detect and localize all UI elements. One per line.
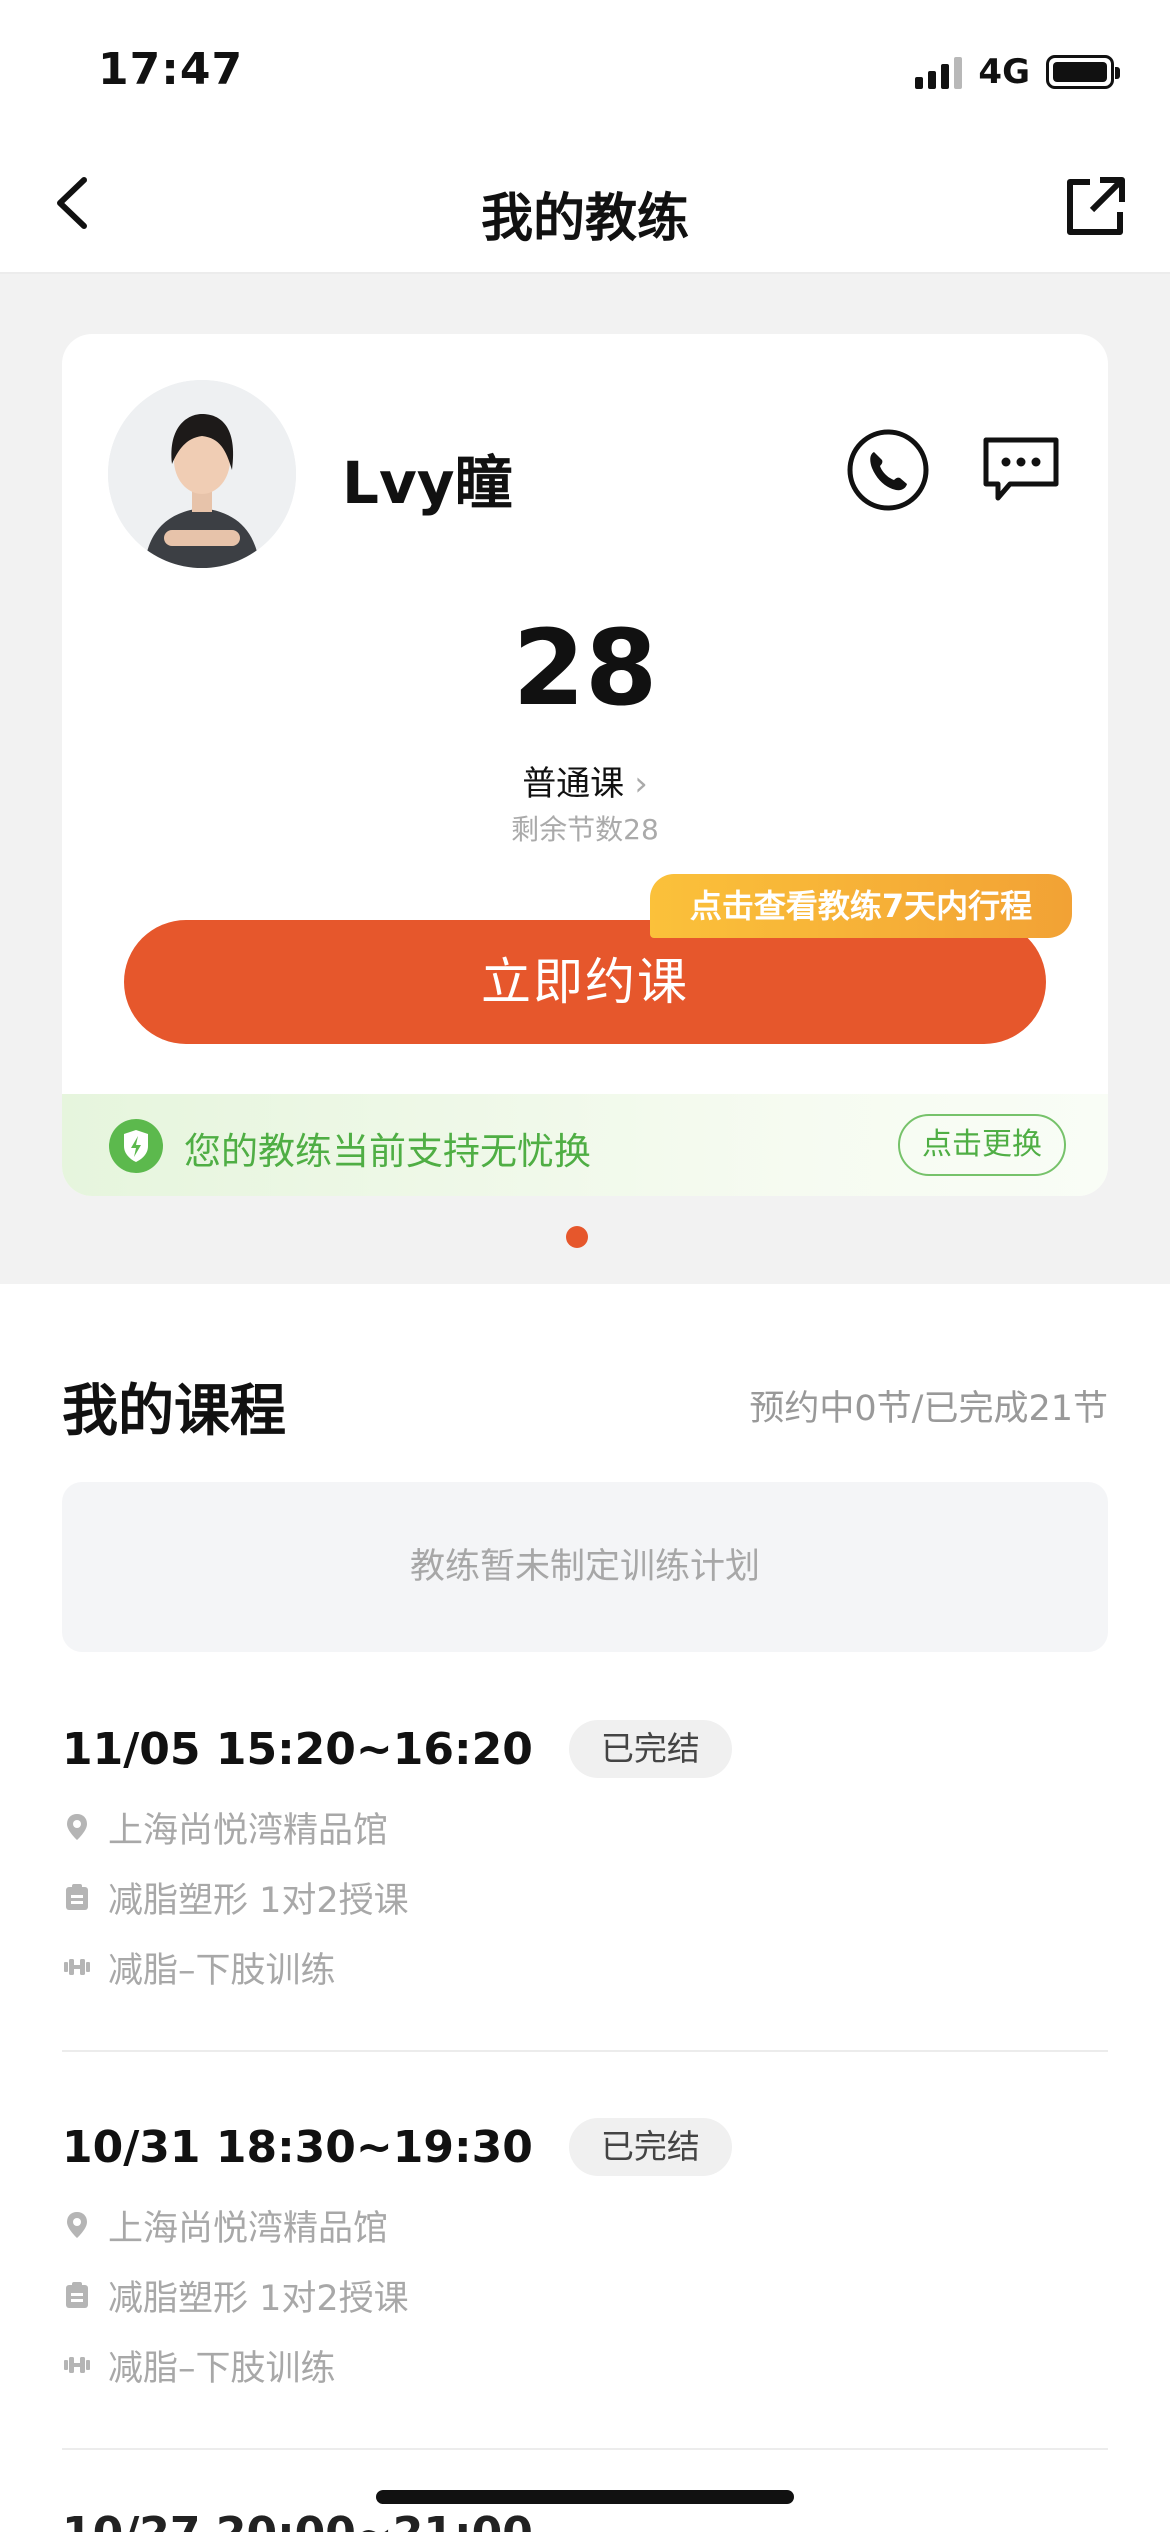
lesson-item[interactable]: 11/05 15:20~16:20 已完结 上海尚悦湾精品馆 减脂塑形 1对2授… bbox=[62, 1714, 1108, 2002]
clipboard-icon bbox=[66, 1884, 88, 1910]
guarantee-text: 您的教练当前支持无忧换 bbox=[184, 1130, 591, 1173]
lesson-item[interactable]: 10/31 18:30~19:30 已完结 上海尚悦湾精品馆 减脂塑形 1对2授… bbox=[62, 2112, 1108, 2400]
home-indicator bbox=[376, 2490, 794, 2504]
location-pin-icon bbox=[67, 2212, 87, 2238]
page-indicator-dot bbox=[566, 1226, 588, 1248]
share-icon[interactable] bbox=[1060, 172, 1130, 242]
switch-coach-button[interactable]: 点击更换 bbox=[898, 1114, 1066, 1176]
coach-name: Lvy瞳 bbox=[342, 449, 513, 517]
clipboard-icon bbox=[66, 2282, 88, 2308]
lesson-time: 11/05 15:20~16:20 bbox=[62, 1723, 533, 1775]
next-lesson-time-peek: 10/27 20:00~21:00 bbox=[62, 2508, 533, 2532]
dumbbell-icon bbox=[64, 2357, 90, 2373]
status-bar: 17:47 4G bbox=[0, 0, 1170, 140]
page-title: 我的教练 bbox=[480, 189, 689, 249]
lesson-time: 10/31 18:30~19:30 bbox=[62, 2121, 533, 2173]
divider bbox=[62, 2050, 1108, 2052]
coach-avatar[interactable] bbox=[108, 380, 296, 568]
coach-card-area: Lvy瞳 28 普通课 › 剩余节数28 立即约课 点击查看教练7天内行程 您的教… bbox=[0, 274, 1170, 1284]
status-indicators: 4G bbox=[915, 52, 1120, 92]
network-label: 4G bbox=[978, 52, 1030, 92]
lesson-training: 减脂–下肢训练 bbox=[108, 1950, 336, 1991]
lesson-course: 减脂塑形 1对2授课 bbox=[108, 1880, 409, 1921]
guarantee-bar: 您的教练当前支持无忧换 点击更换 bbox=[62, 1094, 1108, 1196]
schedule-tip-badge[interactable]: 点击查看教练7天内行程 bbox=[650, 874, 1072, 938]
lesson-course: 减脂塑形 1对2授课 bbox=[108, 2278, 409, 2319]
signal-icon bbox=[915, 55, 963, 89]
lesson-location: 上海尚悦湾精品馆 bbox=[108, 2208, 389, 2249]
remaining-count: 28 bbox=[512, 607, 658, 729]
remaining-label: 剩余节数28 bbox=[511, 813, 659, 846]
message-icon[interactable] bbox=[980, 428, 1062, 510]
lesson-location: 上海尚悦湾精品馆 bbox=[108, 1810, 389, 1851]
coach-card: Lvy瞳 28 普通课 › 剩余节数28 立即约课 点击查看教练7天内行程 您的教… bbox=[62, 334, 1108, 1196]
status-time: 17:47 bbox=[98, 44, 244, 95]
nav-bar: 我的教练 bbox=[0, 140, 1170, 274]
dumbbell-icon bbox=[64, 1959, 90, 1975]
divider bbox=[62, 2448, 1108, 2450]
coach-photo bbox=[108, 380, 296, 568]
status-badge: 已完结 bbox=[568, 2118, 732, 2176]
battery-icon bbox=[1046, 55, 1120, 89]
lesson-training: 减脂–下肢训练 bbox=[108, 2348, 336, 2389]
status-badge: 已完结 bbox=[568, 1720, 732, 1778]
book-now-button[interactable]: 立即约课 bbox=[124, 920, 1046, 1044]
phone-icon[interactable] bbox=[846, 428, 930, 512]
shield-icon bbox=[109, 1119, 163, 1173]
training-plan-empty: 教练暂未制定训练计划 bbox=[62, 1482, 1108, 1652]
section-title: 我的课程 bbox=[62, 1379, 286, 1444]
course-type-link[interactable]: 普通课 › bbox=[62, 756, 1108, 805]
course-type-label: 普通课 bbox=[522, 764, 625, 804]
course-stats: 预约中0节/已完成21节 bbox=[749, 1389, 1108, 1429]
chevron-right-icon: › bbox=[634, 764, 648, 804]
location-pin-icon bbox=[67, 1814, 87, 1840]
